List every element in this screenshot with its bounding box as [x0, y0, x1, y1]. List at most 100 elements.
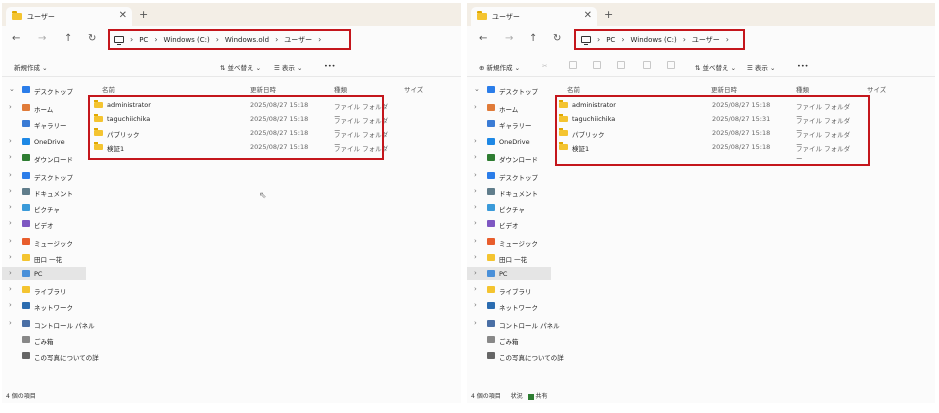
chevron-right-icon[interactable]: › — [474, 319, 477, 327]
close-icon[interactable]: ✕ — [584, 10, 592, 21]
chevron-right-icon[interactable]: › — [9, 269, 12, 277]
forward-icon[interactable]: → — [505, 33, 513, 44]
column-name[interactable]: 名前 — [102, 84, 115, 94]
sidebar-item[interactable]: ごみ箱 — [467, 333, 551, 346]
up-icon[interactable]: ↑ — [64, 33, 72, 44]
chevron-right-icon[interactable]: › — [474, 187, 477, 195]
sidebar-item-icon — [22, 86, 30, 93]
close-icon[interactable]: ✕ — [119, 10, 127, 21]
chevron-right-icon[interactable]: › — [474, 137, 477, 145]
sidebar-item[interactable]: › ライブラリ — [2, 283, 86, 296]
chevron-right-icon[interactable]: › — [9, 219, 12, 227]
rename-icon[interactable] — [617, 61, 625, 69]
sidebar-item[interactable]: › コントロール パネル — [467, 317, 560, 330]
sort-button[interactable]: ⇅ 並べ替え ⌄ — [695, 62, 736, 72]
paste-icon[interactable] — [593, 61, 601, 69]
copy-icon[interactable] — [569, 61, 577, 69]
sidebar-item[interactable]: ⌄ デスクトップ — [467, 83, 551, 96]
delete-icon[interactable] — [667, 61, 675, 69]
chevron-right-icon[interactable]: › — [9, 187, 12, 195]
sidebar-item[interactable]: › OneDrive — [2, 135, 86, 148]
chevron-right-icon[interactable]: › — [474, 269, 477, 277]
sidebar-item[interactable]: › ミュージック — [2, 235, 86, 248]
sidebar-item[interactable]: › PC — [2, 267, 86, 280]
sidebar-item[interactable]: › ピクチャ — [2, 201, 86, 214]
sidebar-item[interactable]: ⌄ デスクトップ — [2, 83, 86, 96]
column-type[interactable]: 種類 — [796, 84, 809, 94]
chevron-right-icon[interactable]: › — [9, 171, 12, 179]
back-icon[interactable]: ← — [479, 33, 487, 44]
sidebar-item[interactable]: › ライブラリ — [467, 283, 551, 296]
sidebar-item[interactable]: › ミュージック — [467, 235, 551, 248]
sidebar-item[interactable]: › ダウンロード — [2, 151, 86, 164]
sidebar-item[interactable]: › デスクトップ — [2, 169, 86, 182]
share-icon[interactable] — [643, 61, 651, 69]
new-tab-icon[interactable]: + — [604, 8, 613, 21]
refresh-icon[interactable]: ↻ — [88, 33, 96, 44]
column-name[interactable]: 名前 — [567, 84, 580, 94]
chevron-right-icon[interactable]: › — [9, 137, 12, 145]
sidebar-item[interactable]: › ドキュメント — [2, 185, 86, 198]
tab-users[interactable]: ユーザー ✕ — [6, 7, 132, 26]
tab-users[interactable]: ユーザー ✕ — [471, 7, 597, 26]
sidebar-item[interactable]: › 田口 一花 — [467, 251, 551, 264]
more-button[interactable]: ••• — [324, 62, 336, 70]
cut-icon[interactable]: ✂ — [542, 62, 547, 70]
forward-icon[interactable]: → — [38, 33, 46, 44]
chevron-right-icon[interactable]: › — [9, 153, 12, 161]
chevron-right-icon[interactable]: › — [9, 285, 12, 293]
chevron-right-icon[interactable]: › — [474, 301, 477, 309]
back-icon[interactable]: ← — [12, 33, 20, 44]
refresh-icon[interactable]: ↻ — [553, 33, 561, 44]
sidebar-item[interactable]: この写真についての詳 — [467, 349, 564, 362]
sidebar-item[interactable]: › コントロール パネル — [2, 317, 95, 330]
new-button[interactable]: 新規作成 ⌄ — [14, 62, 48, 72]
sidebar-item[interactable]: › ネットワーク — [2, 299, 86, 312]
column-date[interactable]: 更新日時 — [250, 84, 276, 94]
more-button[interactable]: ••• — [797, 62, 809, 70]
sidebar-item[interactable]: ギャラリー — [467, 117, 551, 130]
sidebar-item[interactable]: › OneDrive — [467, 135, 551, 148]
chevron-right-icon[interactable]: › — [474, 253, 477, 261]
sidebar-item[interactable]: › 田口 一花 — [2, 251, 86, 264]
view-button[interactable]: ☰ 表示 ⌄ — [747, 62, 775, 72]
chevron-right-icon[interactable]: › — [9, 103, 12, 111]
up-icon[interactable]: ↑ — [529, 33, 537, 44]
column-type[interactable]: 種類 — [334, 84, 347, 94]
column-size[interactable]: サイズ — [867, 84, 886, 94]
sidebar-item[interactable]: ギャラリー — [2, 117, 86, 130]
sort-button[interactable]: ⇅ 並べ替え ⌄ — [220, 62, 261, 72]
chevron-right-icon[interactable]: › — [474, 285, 477, 293]
chevron-right-icon[interactable]: › — [474, 237, 477, 245]
sidebar-item[interactable]: この写真についての詳 — [2, 349, 99, 362]
sidebar-item[interactable]: › ビデオ — [2, 217, 86, 230]
chevron-down-icon[interactable]: ⌄ — [474, 85, 480, 93]
sidebar-item[interactable]: › ビデオ — [467, 217, 551, 230]
chevron-right-icon[interactable]: › — [474, 203, 477, 211]
chevron-right-icon[interactable]: › — [9, 253, 12, 261]
chevron-down-icon[interactable]: ⌄ — [9, 85, 15, 93]
sidebar-item[interactable]: › ドキュメント — [467, 185, 551, 198]
chevron-right-icon[interactable]: › — [9, 237, 12, 245]
sidebar-item[interactable]: › ダウンロード — [467, 151, 551, 164]
column-size[interactable]: サイズ — [404, 84, 423, 94]
sidebar-item[interactable]: › ネットワーク — [467, 299, 551, 312]
new-tab-icon[interactable]: + — [139, 8, 148, 21]
sidebar-item[interactable]: › ホーム — [2, 101, 86, 114]
view-button[interactable]: ☰ 表示 ⌄ — [274, 62, 302, 72]
folder-icon — [477, 11, 487, 20]
sidebar-item[interactable]: ごみ箱 — [2, 333, 86, 346]
chevron-right-icon[interactable]: › — [9, 319, 12, 327]
new-button[interactable]: ⊕ 新規作成 ⌄ — [479, 62, 520, 72]
sidebar-item[interactable]: › PC — [467, 267, 551, 280]
sidebar-item[interactable]: › デスクトップ — [467, 169, 551, 182]
sidebar-item[interactable]: › ホーム — [467, 101, 551, 114]
chevron-right-icon[interactable]: › — [9, 301, 12, 309]
column-date[interactable]: 更新日時 — [711, 84, 737, 94]
chevron-right-icon[interactable]: › — [9, 203, 12, 211]
chevron-right-icon[interactable]: › — [474, 219, 477, 227]
sidebar-item[interactable]: › ピクチャ — [467, 201, 551, 214]
chevron-right-icon[interactable]: › — [474, 171, 477, 179]
chevron-right-icon[interactable]: › — [474, 103, 477, 111]
chevron-right-icon[interactable]: › — [474, 153, 477, 161]
